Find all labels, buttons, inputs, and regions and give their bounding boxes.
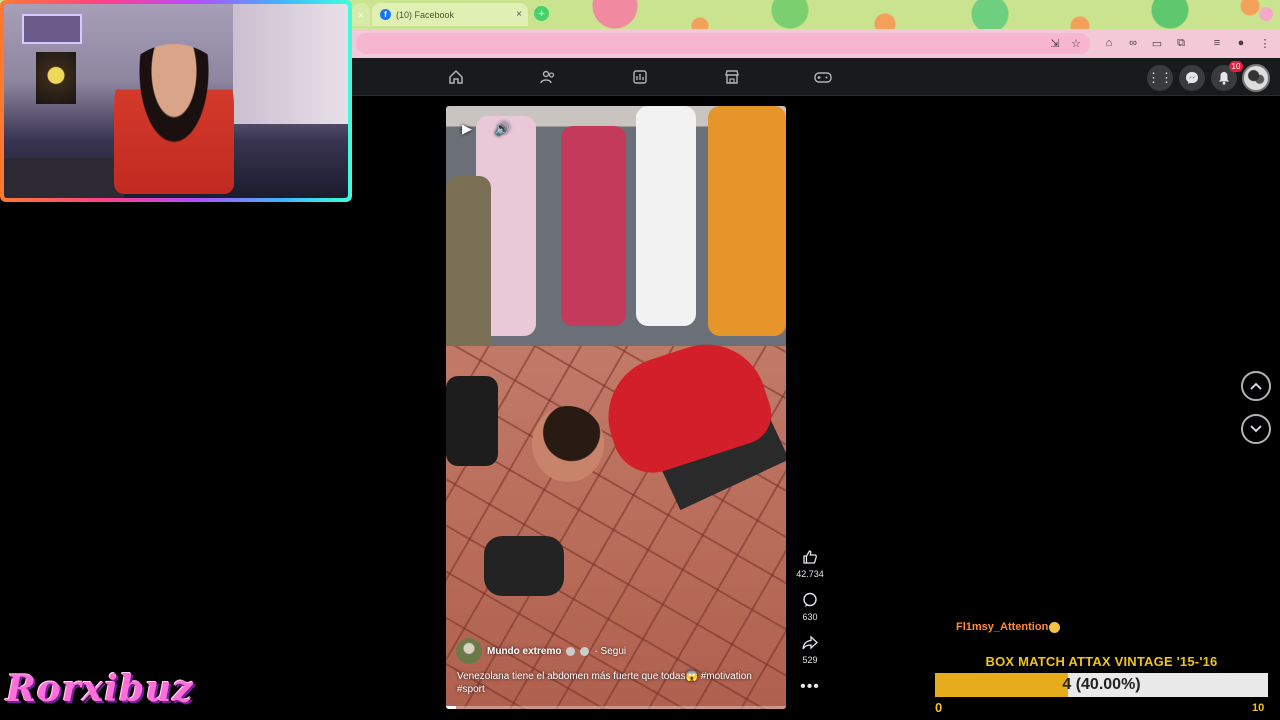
video-bystander [636, 106, 696, 326]
thumbs-up-icon[interactable] [790, 549, 830, 567]
poll-title: BOX MATCH ATTAX VINTAGE '15-'16 [985, 654, 1218, 669]
like-action[interactable]: 42.734 [790, 549, 830, 579]
video-ab-wheel [484, 536, 564, 596]
poll-progress-bar: 4 (40.00%) [935, 673, 1268, 697]
webcam-wall-frame [22, 14, 82, 44]
video-bag [446, 376, 498, 466]
poll-value: 4 (40.00%) [1062, 676, 1141, 693]
translate-icon[interactable]: ⌂ [1102, 36, 1116, 50]
screen: × f (10) Facebook × + ⇲ ☆ ⌂ ∞ ▭ ⧉ ≡ ● ⋮ … [0, 0, 1280, 720]
share-action[interactable]: 529 [790, 635, 830, 665]
dashboard-icon[interactable] [630, 67, 650, 87]
extension-icon[interactable]: ⧉ [1174, 36, 1188, 50]
link-icon[interactable]: ∞ [1126, 36, 1140, 50]
follow-link[interactable]: · Segui [594, 646, 626, 657]
more-options-icon[interactable]: ••• [800, 678, 820, 696]
video-bystander [561, 126, 626, 326]
new-tab-button[interactable]: + [534, 6, 549, 21]
video-bystander [708, 106, 786, 336]
next-reel-button[interactable] [1241, 414, 1271, 444]
webcam-overlay [0, 0, 352, 202]
webcam-desk [4, 158, 124, 198]
webcam-curtain [233, 4, 348, 124]
tab-close-icon[interactable]: × [516, 9, 522, 20]
webcam-feed [4, 4, 348, 198]
profile-avatar-icon[interactable]: ● [1234, 36, 1248, 50]
video-controls: ▶ 🔊 [456, 118, 514, 140]
video-progress-bar[interactable] [446, 706, 786, 709]
media-controls-icon[interactable]: ≡ [1210, 36, 1224, 50]
volume-icon[interactable]: 🔊 [492, 118, 514, 140]
streamer-watermark: Rorxibuz [6, 668, 194, 710]
reel-caption: Venezolana tiene el abdomen más fuerte q… [457, 671, 752, 695]
pinned-tab[interactable]: × [352, 3, 370, 26]
comment-count: 630 [802, 612, 818, 622]
webcam-poster [36, 52, 76, 104]
marketplace-icon[interactable] [722, 67, 742, 87]
browser-menu-icon[interactable]: ⋮ [1258, 36, 1272, 50]
previous-reel-button[interactable] [1241, 371, 1271, 401]
install-app-icon[interactable]: ⇲ [1048, 36, 1062, 50]
poll-max: 10 [1252, 702, 1265, 714]
share-count: 529 [802, 655, 818, 665]
pinned-tab-close[interactable]: × [358, 10, 363, 20]
comment-icon[interactable] [790, 592, 830, 610]
video-athlete-head [532, 406, 604, 482]
tab-title: (10) Facebook [396, 9, 455, 20]
reel-video[interactable]: ▶ 🔊 Mundo extremo · Segui Venezolana tie… [446, 106, 786, 709]
globe-icon [580, 646, 590, 656]
facebook-favicon-icon: f [380, 9, 391, 20]
comment-action[interactable]: 630 [790, 592, 830, 622]
reel-author: Mundo extremo · Segui [456, 638, 626, 664]
sidebar-icon[interactable]: ▭ [1150, 36, 1164, 50]
play-icon[interactable]: ▶ [456, 118, 478, 140]
browser-profile-icon[interactable] [1259, 7, 1273, 21]
address-bar[interactable] [356, 33, 1090, 54]
share-icon[interactable] [790, 635, 830, 653]
bookmark-star-icon[interactable]: ☆ [1069, 36, 1083, 50]
gaming-icon[interactable] [813, 67, 833, 87]
account-avatar[interactable] [1242, 64, 1270, 92]
author-avatar[interactable] [456, 638, 482, 664]
notification-badge: 10 [1229, 61, 1243, 72]
chat-emoji-icon [1049, 622, 1060, 633]
friends-icon[interactable] [538, 67, 558, 87]
tab-facebook[interactable]: f (10) Facebook × [372, 3, 528, 26]
chat-username: Fl1msy_Attention [956, 621, 1049, 633]
verified-badge-icon [566, 646, 576, 656]
home-icon[interactable] [446, 67, 466, 87]
messenger-icon[interactable] [1179, 65, 1205, 91]
like-count: 42.734 [796, 569, 824, 579]
video-progress-fill [446, 706, 457, 709]
author-name[interactable]: Mundo extremo [487, 646, 561, 657]
menu-grid-icon[interactable]: ⋮⋮ [1147, 65, 1173, 91]
webcam-streamer [114, 44, 234, 194]
poll-min: 0 [935, 700, 943, 715]
